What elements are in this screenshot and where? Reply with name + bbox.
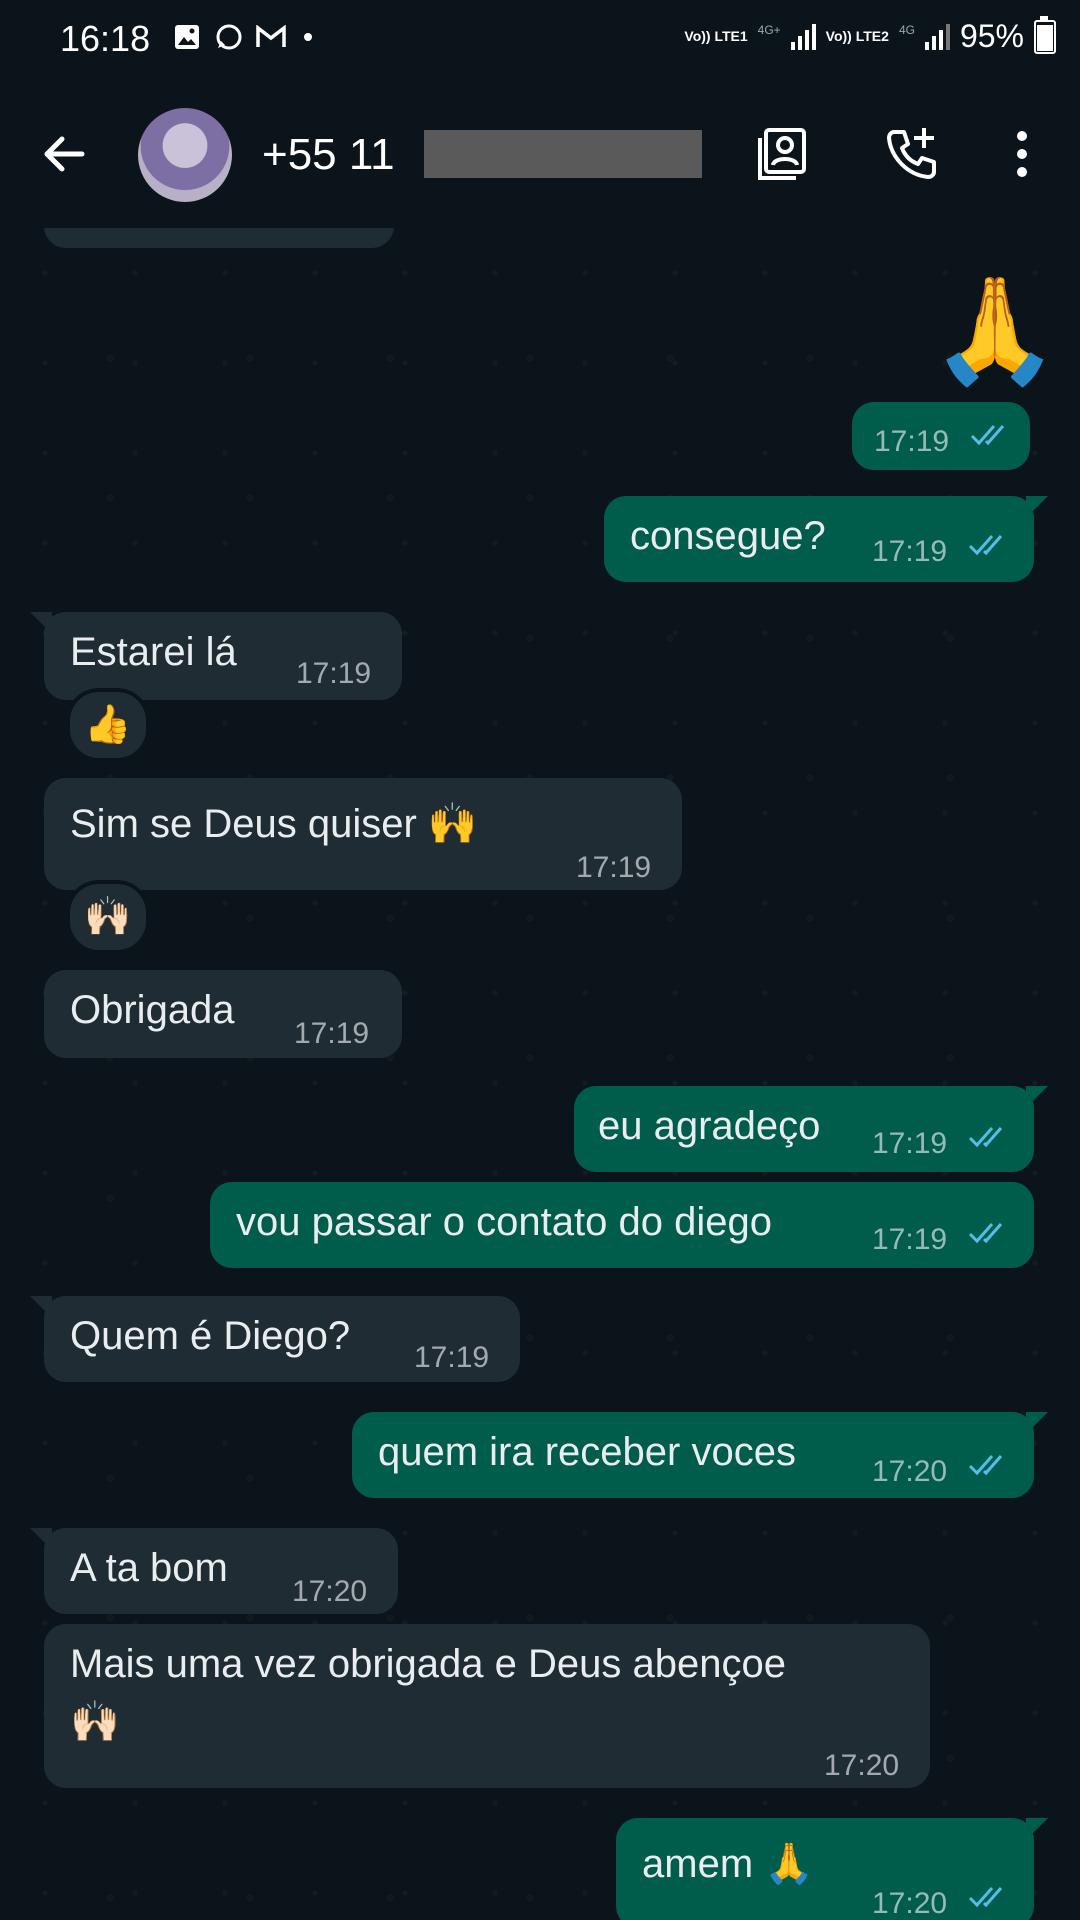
bubble-tail	[30, 612, 52, 634]
message-text: Sim se Deus quiser 🙌	[70, 802, 478, 846]
more-notifications-icon	[304, 33, 312, 41]
bubble-tail	[1026, 496, 1048, 518]
message-emoji: 🙌🏻	[70, 1700, 120, 1744]
bubble-tail	[1026, 1818, 1048, 1840]
sim2-label: Vo)) LTE2	[825, 28, 889, 44]
message-time: 17:19	[872, 1127, 948, 1160]
whatsapp-icon	[214, 22, 244, 52]
read-ticks-icon	[968, 535, 1003, 556]
message-time: 17:20	[872, 1887, 948, 1920]
read-ticks-icon	[970, 425, 1005, 446]
bubble-tail	[30, 1296, 52, 1318]
notification-icons	[172, 22, 312, 52]
bubble-tail	[1026, 1086, 1048, 1108]
incoming-message[interactable]: Estarei lá 17:19	[30, 612, 402, 700]
add-call-icon[interactable]	[880, 122, 944, 186]
message-time: 17:19	[296, 657, 372, 690]
reaction-badge[interactable]: 👍	[66, 688, 150, 762]
status-time: 16:18	[60, 18, 151, 59]
message-text: consegue?	[630, 514, 826, 558]
chat-header: +55 11	[0, 80, 1080, 228]
message-text: amem 🙏	[642, 1842, 815, 1886]
outgoing-message[interactable]: eu agradeço 17:19	[574, 1086, 1048, 1172]
partial-incoming-bubble	[44, 228, 394, 248]
incoming-message[interactable]: Mais uma vez obrigada e Deus abençoe 🙌🏻 …	[44, 1624, 930, 1788]
gallery-icon	[172, 22, 202, 52]
status-bar: 16:18 Vo)) LTE1 4G+ Vo)) LTE2 4G 95%	[0, 0, 1080, 80]
message-time: 17:19	[294, 1017, 370, 1050]
message-time: 17:19	[872, 1223, 948, 1256]
message-time: 17:20	[872, 1455, 948, 1488]
message-time: 17:20	[824, 1749, 900, 1782]
incoming-message[interactable]: A ta bom 17:20	[30, 1528, 398, 1614]
incoming-message[interactable]: Quem é Diego? 17:19	[30, 1296, 520, 1382]
message-text: Estarei lá	[70, 630, 237, 674]
contact-card-icon[interactable]	[752, 122, 816, 186]
read-ticks-icon	[968, 1223, 1003, 1244]
message-time: 17:19	[414, 1341, 490, 1374]
incoming-message[interactable]: Sim se Deus quiser 🙌 17:19	[44, 778, 682, 890]
sim2-indicator: Vo)) LTE2	[826, 29, 889, 44]
signal-icon	[790, 23, 816, 50]
bubble-tail	[1026, 1412, 1048, 1434]
reaction-badge[interactable]: 🙌🏻	[66, 880, 150, 954]
incoming-message[interactable]: Obrigada 17:19	[44, 970, 402, 1058]
redacted-number	[424, 130, 702, 178]
message-text: A ta bom	[70, 1546, 228, 1590]
read-ticks-icon	[968, 1887, 1003, 1908]
sim2-network: 4G	[898, 22, 915, 37]
outgoing-message[interactable]: quem ira receber voces 17:20	[352, 1412, 1048, 1498]
outgoing-message[interactable]: consegue? 17:19	[604, 496, 1048, 582]
contact-name[interactable]: +55 11	[262, 130, 395, 180]
battery-icon	[1034, 15, 1056, 54]
gmail-icon	[256, 22, 286, 52]
system-indicators: Vo)) LTE1 4G+ Vo)) LTE2 4G 95%	[684, 15, 1056, 55]
message-text: quem ira receber voces	[378, 1430, 796, 1474]
message-text: Obrigada	[70, 988, 235, 1032]
message-text: eu agradeço	[598, 1104, 821, 1148]
avatar[interactable]	[138, 108, 232, 202]
emoji-message[interactable]: 🙏	[930, 276, 1060, 386]
message-text: vou passar o contato do diego	[236, 1200, 772, 1244]
sim1-indicator: Vo)) LTE1	[684, 29, 747, 44]
read-ticks-icon	[968, 1455, 1003, 1476]
message-time: 17:20	[292, 1575, 368, 1608]
bubble-tail	[30, 1528, 52, 1550]
message-time: 17:19	[576, 851, 652, 884]
chat-area[interactable]: 🙏 17:19 consegue? 17:19 Estarei lá 17:19…	[0, 228, 1080, 1920]
outgoing-message[interactable]: amem 🙏 17:20	[616, 1818, 1048, 1920]
outgoing-time-bubble[interactable]: 17:19	[852, 402, 1030, 470]
message-text: Quem é Diego?	[70, 1314, 351, 1358]
back-arrow-icon[interactable]	[36, 126, 92, 182]
read-ticks-icon	[968, 1127, 1003, 1148]
more-vertical-icon[interactable]	[990, 122, 1054, 186]
message-time: 17:19	[872, 535, 948, 568]
sim1-label: Vo)) LTE1	[684, 28, 748, 44]
signal-icon	[924, 23, 950, 50]
message-time: 17:19	[874, 425, 950, 458]
message-text: Mais uma vez obrigada e Deus abençoe	[70, 1642, 786, 1686]
battery-percent: 95%	[959, 18, 1024, 54]
outgoing-message[interactable]: vou passar o contato do diego 17:19	[210, 1182, 1034, 1268]
sim1-network: 4G+	[757, 22, 781, 37]
